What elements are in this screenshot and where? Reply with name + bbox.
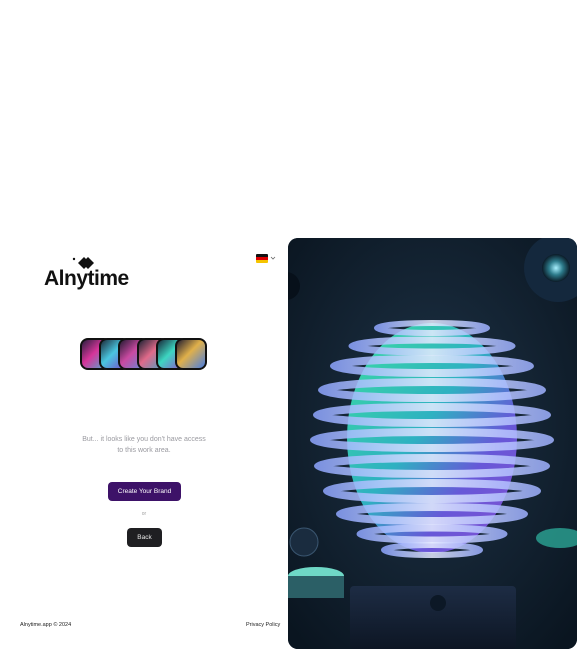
access-denied-message: But... it looks like you don't have acce… — [64, 434, 224, 456]
avatar-stack — [80, 338, 210, 370]
brand-name: Alnytime — [44, 267, 129, 290]
avatar — [175, 338, 207, 370]
message-line-1: But... it looks like you don't have acce… — [82, 436, 206, 443]
back-button[interactable]: Back — [127, 528, 162, 547]
privacy-policy-link[interactable]: Privacy Policy — [246, 622, 280, 628]
footer-copyright: Alnytime.app © 2024 — [20, 622, 72, 628]
language-selector[interactable] — [256, 254, 276, 264]
sphere-rings-illustration — [288, 238, 577, 649]
hero-illustration — [288, 238, 577, 649]
message-line-2: to this work area. — [117, 447, 171, 454]
germany-flag-icon — [256, 254, 268, 263]
or-divider: or — [141, 511, 147, 517]
chevron-down-icon — [270, 256, 276, 260]
brand-logo: Alnytime — [44, 255, 129, 295]
create-brand-button[interactable]: Create Your Brand — [108, 482, 181, 501]
